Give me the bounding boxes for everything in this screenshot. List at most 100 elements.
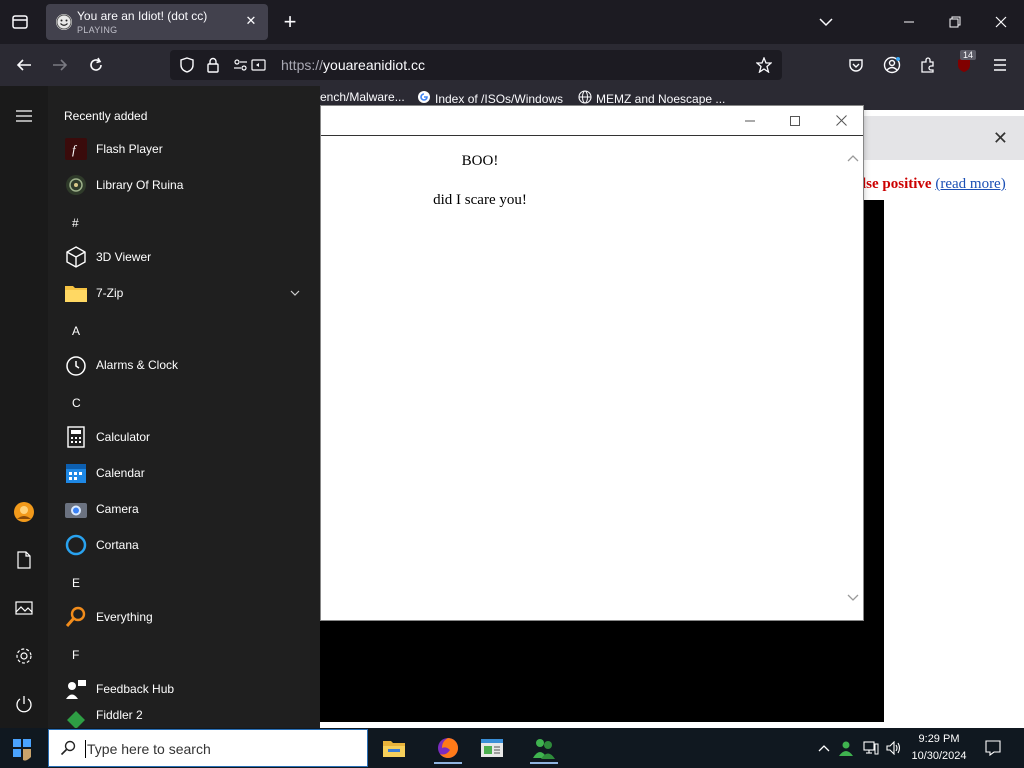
popup-maximize-icon[interactable] — [784, 110, 806, 132]
back-arrow-icon[interactable] — [14, 55, 34, 75]
window-restore-icon[interactable] — [944, 12, 966, 32]
scroll-up-arrow-icon[interactable] — [847, 151, 859, 165]
section-letter-hash[interactable]: # — [72, 216, 79, 230]
boo-text: BOO! — [461, 153, 499, 169]
url-text[interactable]: https://youareanidiot.cc — [281, 57, 425, 73]
taskbar-search-box[interactable]: Type here to search — [48, 729, 368, 767]
desktop-screen: You are an Idiot! (dot cc) PLAYING ✕ + h… — [0, 0, 1024, 768]
bookmark-label: Index of /ISOs/Windows — [435, 91, 564, 106]
hamburger-icon[interactable] — [12, 104, 36, 128]
app-calendar[interactable]: Calendar — [64, 456, 316, 490]
app-label: 3D Viewer — [96, 250, 152, 264]
network-icon[interactable] — [863, 739, 879, 757]
app-label: Everything — [96, 610, 153, 624]
clock-icon — [64, 353, 88, 377]
flash-icon: f — [64, 137, 88, 161]
recently-added-heading: Recently added — [64, 109, 148, 123]
calculator-icon — [64, 425, 88, 449]
tray-overflow-chevron-icon[interactable] — [816, 739, 832, 757]
false-positive-notice: lse positive (read more) — [862, 176, 1006, 193]
reload-icon[interactable] — [86, 55, 106, 75]
section-letter-a[interactable]: A — [72, 324, 80, 338]
feedback-icon — [64, 677, 88, 701]
folder-icon — [64, 281, 88, 305]
popup-close-icon[interactable] — [830, 110, 852, 132]
lock-icon[interactable] — [204, 56, 222, 74]
app-everything[interactable]: Everything — [64, 600, 316, 634]
app-camera[interactable]: Camera — [64, 492, 316, 526]
start-menu-rail — [0, 86, 48, 728]
url-protocol: https:// — [281, 57, 324, 73]
taskbar: Type here to search 9:29 PM 10/30/2024 — [0, 728, 1024, 768]
user-avatar-icon[interactable] — [12, 500, 36, 524]
app-alarms-clock[interactable]: Alarms & Clock — [64, 348, 316, 382]
section-letter-f[interactable]: F — [72, 648, 79, 662]
address-bar[interactable]: https://youareanidiot.cc — [170, 50, 782, 80]
account-icon[interactable] — [882, 55, 902, 75]
bookmark-label: ench/Malware... — [320, 90, 405, 104]
app-library-of-ruina[interactable]: Library Of Ruina — [64, 168, 316, 202]
bookmark-star-icon[interactable] — [754, 56, 774, 74]
window-minimize-icon[interactable] — [898, 12, 920, 32]
pocket-icon[interactable] — [846, 55, 866, 75]
hamburger-menu-icon[interactable] — [990, 55, 1010, 75]
app-label: Calculator — [96, 430, 151, 444]
app-flash-player[interactable]: f Flash Player — [64, 132, 316, 166]
notification-close-icon[interactable]: ✕ — [993, 128, 1008, 149]
game-icon — [64, 173, 88, 197]
tab-playing-status: PLAYING — [77, 25, 118, 35]
app-label: Alarms & Clock — [96, 358, 179, 372]
power-icon[interactable] — [12, 692, 36, 716]
tab-overflow-chevron-icon[interactable] — [816, 12, 836, 32]
camera-icon — [64, 497, 88, 521]
tray-user-icon[interactable] — [838, 739, 854, 757]
tracking-shield-icon[interactable] — [178, 56, 196, 74]
tab-close-icon[interactable]: ✕ — [242, 12, 260, 30]
news-icon[interactable] — [476, 732, 508, 764]
popup-window: BOO! did I scare you! — [320, 105, 864, 621]
popup-titlebar[interactable] — [321, 106, 863, 136]
magnifier-icon — [64, 605, 88, 629]
settings-icon[interactable] — [12, 644, 36, 668]
section-letter-c[interactable]: C — [72, 396, 81, 410]
app-calculator[interactable]: Calculator — [64, 420, 316, 454]
new-tab-button[interactable]: + — [280, 9, 300, 34]
app-feedback-hub[interactable]: Feedback Hub — [64, 672, 316, 706]
app-label: Calendar — [96, 466, 145, 480]
extensions-puzzle-icon[interactable] — [918, 55, 938, 75]
popup-minimize-icon[interactable] — [739, 110, 761, 132]
forward-arrow-icon[interactable] — [50, 55, 70, 75]
window-close-icon[interactable] — [990, 12, 1012, 32]
app-cortana[interactable]: Cortana — [64, 528, 316, 562]
false-positive-text: lse positive — [862, 176, 932, 192]
tab-list-icon[interactable] — [10, 12, 30, 32]
app-label: Library Of Ruina — [96, 178, 184, 192]
read-more-link[interactable]: (read more) — [935, 176, 1005, 192]
search-icon — [59, 739, 77, 757]
app-label: Camera — [96, 502, 139, 516]
pictures-icon[interactable] — [12, 596, 36, 620]
file-explorer-icon[interactable] — [378, 732, 410, 764]
app-3d-viewer[interactable]: 3D Viewer — [64, 240, 316, 274]
notification-center-icon[interactable] — [984, 739, 1002, 757]
scroll-down-arrow-icon[interactable] — [847, 591, 859, 605]
url-host: youareanidiot.cc — [323, 57, 425, 73]
search-placeholder: Type here to search — [85, 740, 211, 758]
start-windows-icon[interactable] — [10, 736, 36, 762]
documents-icon[interactable] — [12, 548, 36, 572]
expand-chevron-icon[interactable] — [290, 287, 300, 299]
fiddler-icon — [64, 708, 88, 728]
app-label: 7-Zip — [96, 286, 124, 300]
messenger-icon[interactable] — [524, 732, 564, 764]
app-fiddler[interactable]: Fiddler 2 — [64, 708, 316, 728]
app-7-zip[interactable]: 7-Zip — [64, 276, 316, 310]
clock-date: 10/30/2024 — [911, 750, 967, 762]
permissions-icon[interactable] — [232, 56, 268, 74]
system-clock[interactable]: 9:29 PM 10/30/2024 — [903, 731, 975, 765]
browser-tab[interactable]: You are an Idiot! (dot cc) PLAYING ✕ — [46, 4, 268, 40]
firefox-icon[interactable] — [428, 732, 468, 764]
section-letter-e[interactable]: E — [72, 576, 80, 590]
start-menu: Recently added f Flash Player Library Of… — [0, 86, 320, 728]
bookmark-malware[interactable]: ench/Malware... — [320, 90, 405, 104]
volume-icon[interactable] — [886, 739, 902, 757]
